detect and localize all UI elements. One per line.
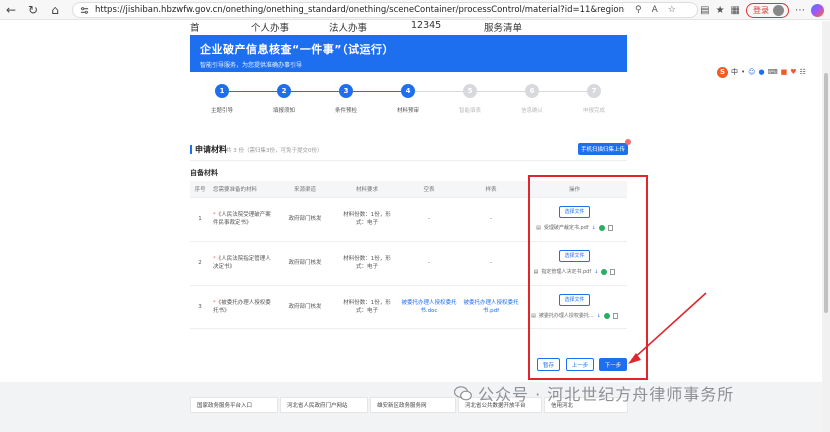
watermark: 公众号 · 河北世纪方舟律师事务所	[454, 383, 735, 404]
watermark-text: 公众号 · 河北世纪方舟律师事务所	[478, 385, 735, 404]
wechat-icon	[454, 385, 472, 400]
annotation-arrow-icon	[628, 292, 707, 364]
footer-link[interactable]: 国家政务服务平台入口	[190, 397, 278, 413]
footer-link[interactable]: 雄安新区政务服务网	[370, 397, 456, 413]
scrollbar[interactable]	[822, 21, 830, 432]
scrollbar-thumb[interactable]	[824, 73, 828, 313]
footer-link[interactable]: 河北省人民政府门户网站	[280, 397, 368, 413]
